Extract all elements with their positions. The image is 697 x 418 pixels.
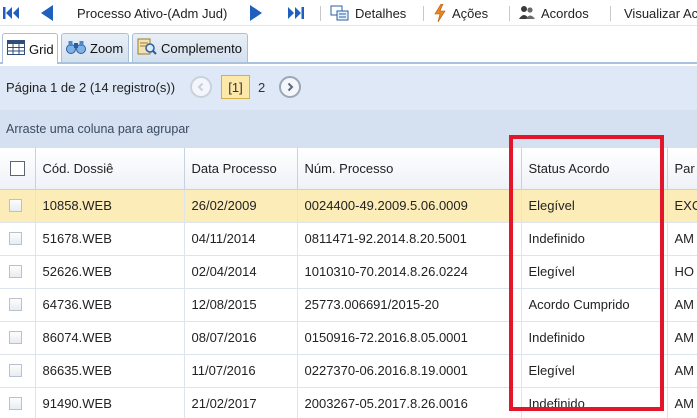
tab-grid[interactable]: Grid <box>2 33 58 64</box>
cell-data: 11/07/2016 <box>184 354 298 388</box>
row-checkbox[interactable] <box>9 199 22 212</box>
pager: Página 1 de 2 (14 registro(s)) [1] 2 <box>0 66 697 110</box>
row-checkbox[interactable] <box>9 265 22 278</box>
actions-label: Ações <box>452 5 489 21</box>
next-record-icon[interactable] <box>249 0 263 26</box>
cell-numero: 0150916-72.2016.8.05.0001 <box>297 321 522 355</box>
tab-zoom-label: Zoom <box>90 40 124 56</box>
column-header-codigo[interactable]: Cód. Dossiê <box>35 148 185 190</box>
cell-codigo: 91490.WEB <box>35 387 185 418</box>
details-icon <box>330 5 350 21</box>
cell-partial: AM <box>667 387 697 418</box>
chevron-right-icon <box>285 80 295 95</box>
toolbar-separator <box>610 6 611 21</box>
cell-numero: 25773.006691/2015-20 <box>297 288 522 322</box>
column-header-data[interactable]: Data Processo <box>184 148 298 190</box>
grid-icon <box>7 40 25 58</box>
row-checkbox[interactable] <box>9 331 22 344</box>
last-record-icon[interactable] <box>286 0 304 26</box>
row-checkbox[interactable] <box>9 298 22 311</box>
cell-codigo: 86074.WEB <box>35 321 185 355</box>
cell-partial: AM <box>667 222 697 256</box>
toolbar: Processo Ativo-(Adm Jud) Detalhes Ações … <box>0 0 697 26</box>
cell-codigo: 52626.WEB <box>35 255 185 289</box>
page-2-link[interactable]: 2 <box>258 80 265 95</box>
tab-complemento-label: Complemento <box>161 40 242 56</box>
tab-complemento[interactable]: Complemento <box>132 33 248 62</box>
row-checkbox[interactable] <box>9 232 22 245</box>
document-search-icon <box>137 38 157 58</box>
cell-data: 12/08/2015 <box>184 288 298 322</box>
agreements-icon <box>518 5 536 21</box>
first-record-icon[interactable] <box>3 0 21 26</box>
next-page-button[interactable] <box>279 76 301 98</box>
select-all-checkbox[interactable] <box>10 160 25 176</box>
cell-data: 08/07/2016 <box>184 321 298 355</box>
current-page[interactable]: [1] <box>221 75 250 99</box>
cell-partial: AM <box>667 288 697 322</box>
column-header-partial[interactable]: Par <box>667 148 697 190</box>
column-header-numero[interactable]: Núm. Processo <box>297 148 522 190</box>
cell-partial: EXC <box>667 189 697 223</box>
cell-partial: AM <box>667 354 697 388</box>
row-checkbox[interactable] <box>9 364 22 377</box>
cell-partial: AM <box>667 321 697 355</box>
cell-numero: 0024400-49.2009.5.06.0009 <box>297 189 522 223</box>
tab-bar: Grid Zoom Complemento <box>0 26 697 64</box>
status-column-highlight <box>509 135 664 411</box>
process-title: Processo Ativo-(Adm Jud) <box>77 5 228 21</box>
cell-data: 02/04/2014 <box>184 255 298 289</box>
cell-codigo: 64736.WEB <box>35 288 185 322</box>
cell-numero: 0811471-92.2014.8.20.5001 <box>297 222 522 256</box>
cell-partial: HO <box>667 255 697 289</box>
cell-numero: 2003267-05.2017.8.26.0016 <box>297 387 522 418</box>
cell-codigo: 10858.WEB <box>35 189 185 223</box>
actions-button[interactable]: Ações <box>434 0 488 26</box>
toolbar-separator <box>509 6 510 21</box>
toolbar-separator <box>423 6 424 21</box>
tab-grid-label: Grid <box>29 41 54 57</box>
agreements-button[interactable]: Acordos <box>518 0 589 26</box>
toolbar-separator <box>320 6 321 21</box>
view-agreement-button[interactable]: Visualizar Acor <box>624 0 697 26</box>
tab-zoom[interactable]: Zoom <box>61 33 129 62</box>
cell-codigo: 51678.WEB <box>35 222 185 256</box>
row-checkbox[interactable] <box>9 397 22 410</box>
previous-record-icon[interactable] <box>40 0 54 26</box>
details-label: Detalhes <box>355 5 407 21</box>
binoculars-icon <box>66 39 86 58</box>
details-button[interactable]: Detalhes <box>330 0 406 26</box>
cell-data: 21/02/2017 <box>184 387 298 418</box>
cell-data: 26/02/2009 <box>184 189 298 223</box>
group-hint: Arraste uma coluna para agrupar <box>6 122 190 136</box>
pager-info: Página 1 de 2 (14 registro(s)) <box>6 80 176 95</box>
cell-data: 04/11/2014 <box>184 222 298 256</box>
lightning-icon <box>434 4 446 22</box>
select-all-header[interactable] <box>0 148 36 190</box>
cell-numero: 1010310-70.2014.8.26.0224 <box>297 255 522 289</box>
cell-numero: 0227370-06.2016.8.19.0001 <box>297 354 522 388</box>
chevron-left-icon <box>196 80 206 95</box>
agreements-label: Acordos <box>541 5 589 21</box>
cell-codigo: 86635.WEB <box>35 354 185 388</box>
previous-page-button[interactable] <box>190 76 212 98</box>
